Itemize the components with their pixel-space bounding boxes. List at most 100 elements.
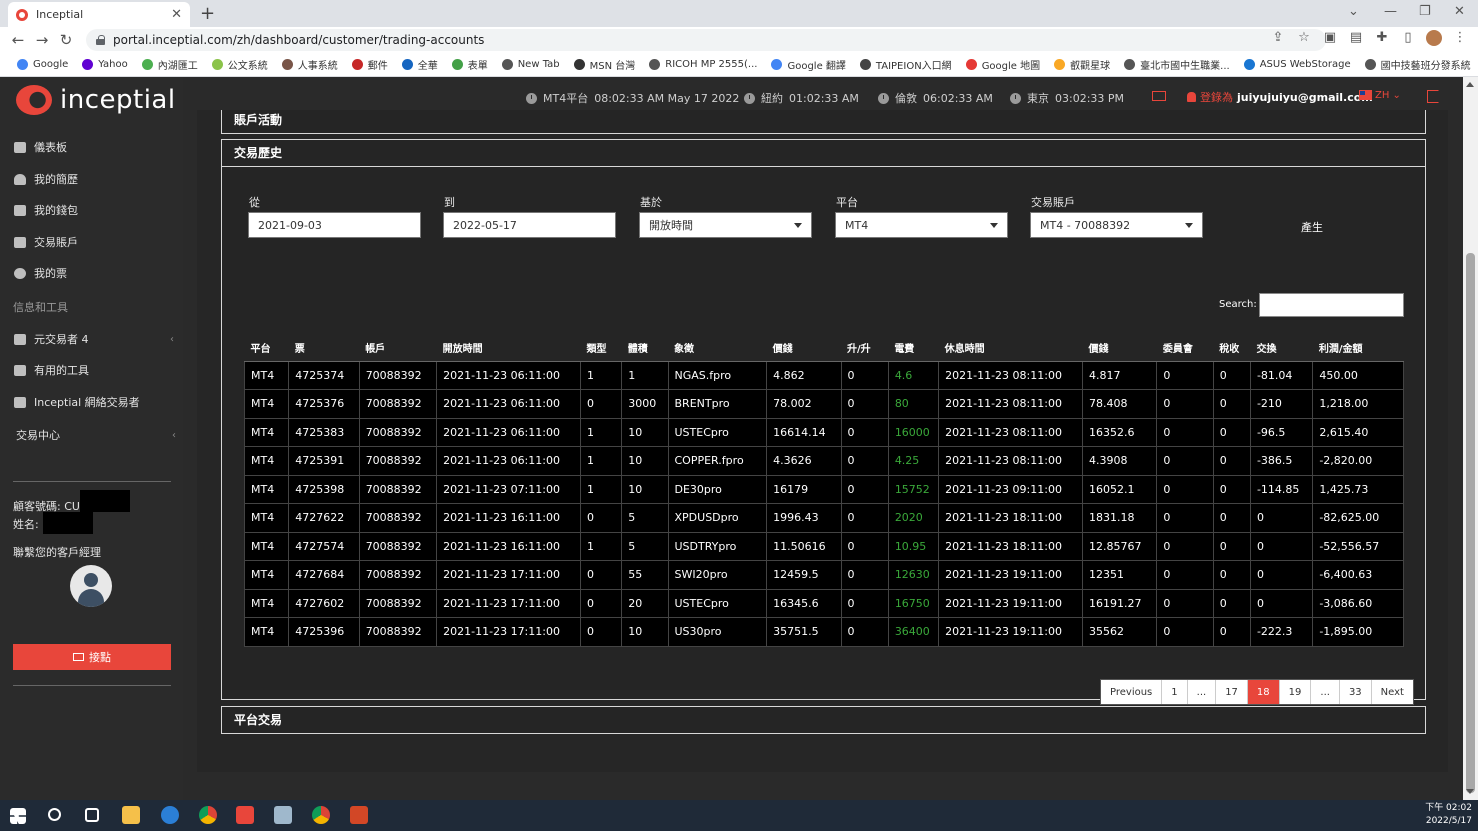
restore-icon[interactable]: ❐ bbox=[1419, 4, 1431, 19]
page-button[interactable]: 33 bbox=[1339, 680, 1372, 704]
column-header[interactable]: 體積 bbox=[621, 334, 668, 362]
page-scrollbar[interactable] bbox=[1463, 77, 1478, 800]
bookmark-item[interactable]: Yahoo bbox=[77, 59, 132, 70]
column-header[interactable]: 委員會 bbox=[1156, 334, 1214, 362]
column-header[interactable]: 帳戶 bbox=[359, 334, 437, 362]
column-header[interactable]: 交換 bbox=[1250, 334, 1313, 362]
scroll-thumb[interactable] bbox=[1466, 253, 1475, 793]
bookmark-item[interactable]: Google 地圖 bbox=[961, 57, 1045, 72]
sidebar-item-web-trader[interactable]: Inceptial 網絡交易者 bbox=[14, 394, 174, 410]
profile-avatar-icon[interactable] bbox=[1426, 30, 1442, 46]
mail-icon[interactable] bbox=[1152, 91, 1166, 101]
page-button[interactable]: 17 bbox=[1216, 680, 1248, 704]
flag-icon[interactable] bbox=[1359, 90, 1372, 100]
page-button[interactable]: ... bbox=[1187, 680, 1217, 704]
powerpoint-icon[interactable] bbox=[350, 806, 368, 824]
bookmark-item[interactable]: 內湖匯工 bbox=[137, 57, 203, 72]
task-view-icon[interactable] bbox=[85, 808, 99, 822]
sidebar-item-tickets[interactable]: 我的票 bbox=[14, 265, 174, 281]
system-clock[interactable]: 下午 02:02 2022/5/17 bbox=[1425, 802, 1472, 828]
new-tab-icon[interactable]: + bbox=[200, 3, 215, 24]
page-button[interactable]: Next bbox=[1371, 680, 1413, 704]
edge-icon[interactable] bbox=[161, 806, 179, 824]
sidebar-item-dashboard[interactable]: 儀表板 bbox=[14, 139, 174, 155]
forward-icon[interactable]: → bbox=[30, 31, 54, 49]
bookmark-item[interactable]: 表單 bbox=[447, 57, 493, 72]
browser-tab[interactable]: Inceptial ✕ bbox=[8, 2, 190, 27]
app-icon[interactable] bbox=[274, 806, 292, 824]
sidebar-item-wallet[interactable]: 我的錢包 bbox=[14, 202, 174, 218]
generate-button[interactable]: 產生 bbox=[1301, 219, 1323, 235]
search-input[interactable] bbox=[1259, 293, 1404, 317]
windows-start-icon[interactable] bbox=[10, 808, 26, 824]
column-header[interactable]: 電費 bbox=[888, 334, 939, 362]
file-explorer-icon[interactable] bbox=[122, 806, 140, 824]
column-header[interactable]: 價錢 bbox=[766, 334, 842, 362]
page-button[interactable]: 19 bbox=[1279, 680, 1312, 704]
column-header[interactable]: 升/升 bbox=[841, 334, 889, 362]
extension-icon[interactable]: ▤ bbox=[1348, 30, 1364, 46]
bookmark-item[interactable]: 國中技藝班分發系統 bbox=[1360, 57, 1476, 72]
sidebar-item-useful-tools[interactable]: 有用的工具 bbox=[14, 362, 174, 378]
to-date-input[interactable]: 2022-05-17 bbox=[443, 212, 616, 238]
bookmark-item[interactable]: MSN 台灣 bbox=[569, 57, 641, 72]
column-header[interactable]: 票 bbox=[288, 334, 360, 362]
from-date-input[interactable]: 2021-09-03 bbox=[248, 212, 421, 238]
brand-logo[interactable]: inceptial bbox=[16, 85, 176, 115]
share-icon[interactable]: ⇪ bbox=[1270, 30, 1286, 46]
tab-search-icon[interactable]: ⌄ bbox=[1348, 4, 1359, 19]
back-icon[interactable]: ← bbox=[6, 31, 30, 49]
puzzle-icon[interactable]: ✚ bbox=[1374, 30, 1390, 46]
page-button[interactable]: 1 bbox=[1162, 680, 1188, 704]
platform-select[interactable]: MT4 bbox=[835, 212, 1008, 238]
star-icon[interactable]: ☆ bbox=[1296, 30, 1312, 46]
bookmark-item[interactable]: Google 翻譯 bbox=[766, 57, 850, 72]
sidebar-item-trading-accounts[interactable]: 交易賬戶 bbox=[14, 234, 174, 250]
menu-icon[interactable]: ⋮ bbox=[1452, 30, 1468, 46]
bookmark-item[interactable]: 公文系統 bbox=[207, 57, 273, 72]
bookmark-item[interactable]: 叡觀星球 bbox=[1049, 57, 1115, 72]
based-on-select[interactable]: 開放時間 bbox=[639, 212, 812, 238]
minimize-icon[interactable]: — bbox=[1384, 4, 1397, 19]
bookmark-item[interactable]: TAIPEION入口網 bbox=[855, 57, 957, 72]
login-info[interactable]: 登錄為 juiyujuiyu@gmail.com bbox=[1187, 89, 1373, 105]
bookmark-item[interactable]: 臺北市國中生職業... bbox=[1119, 57, 1235, 72]
page-button[interactable]: ... bbox=[1311, 680, 1340, 704]
bookmark-item[interactable]: 人事系統 bbox=[277, 57, 343, 72]
language-selector[interactable]: ZH ⌄ bbox=[1375, 90, 1401, 101]
column-header[interactable]: 休息時間 bbox=[938, 334, 1083, 362]
sidepanel-icon[interactable]: ▯ bbox=[1400, 30, 1416, 46]
reload-icon[interactable]: ↻ bbox=[54, 31, 78, 49]
bookmark-item[interactable]: New Tab bbox=[497, 59, 565, 70]
close-window-icon[interactable]: ✕ bbox=[1454, 4, 1465, 19]
sidebar-item-profile[interactable]: 我的簡歷 bbox=[14, 171, 174, 187]
bookmark-item[interactable]: RICOH MP 2555(... bbox=[644, 59, 762, 70]
sidebar-item-trading-center[interactable]: 交易中心 ‹ bbox=[16, 427, 176, 443]
bookmark-item[interactable]: Google bbox=[12, 59, 73, 70]
account-activity-panel[interactable]: 賬戶活動 bbox=[221, 110, 1426, 134]
tab-close-icon[interactable]: ✕ bbox=[171, 7, 182, 22]
search-icon[interactable] bbox=[48, 808, 61, 821]
chrome-icon[interactable] bbox=[312, 806, 330, 824]
account-select[interactable]: MT4 - 70088392 bbox=[1030, 212, 1203, 238]
contact-button[interactable]: 接點 bbox=[13, 644, 171, 670]
bookmark-item[interactable]: ASUS WebStorage bbox=[1239, 59, 1356, 70]
column-header[interactable]: 稅收 bbox=[1213, 334, 1251, 362]
sidebar-item-metatrader[interactable]: 元交易者 4 ‹ bbox=[14, 331, 174, 347]
bookmark-item[interactable]: 全華 bbox=[397, 57, 443, 72]
column-header[interactable]: 開放時間 bbox=[436, 334, 581, 362]
column-header[interactable]: 利潤/金額 bbox=[1312, 334, 1404, 362]
page-button[interactable]: Previous bbox=[1101, 680, 1163, 704]
column-header[interactable]: 象徵 bbox=[668, 334, 767, 362]
column-header[interactable]: 類型 bbox=[580, 334, 622, 362]
url-field[interactable]: portal.inceptial.com/zh/dashboard/custom… bbox=[86, 29, 1326, 51]
column-header[interactable]: 價錢 bbox=[1082, 334, 1157, 362]
logout-icon[interactable] bbox=[1427, 90, 1439, 103]
column-header[interactable]: 平台 bbox=[244, 334, 289, 362]
scroll-down-icon[interactable] bbox=[1466, 789, 1474, 794]
bookmark-item[interactable]: 郵件 bbox=[347, 57, 393, 72]
app-icon[interactable] bbox=[236, 806, 254, 824]
page-button[interactable]: 18 bbox=[1247, 680, 1280, 704]
scroll-up-icon[interactable] bbox=[1466, 82, 1474, 87]
extension-icon[interactable]: ▣ bbox=[1322, 30, 1338, 46]
